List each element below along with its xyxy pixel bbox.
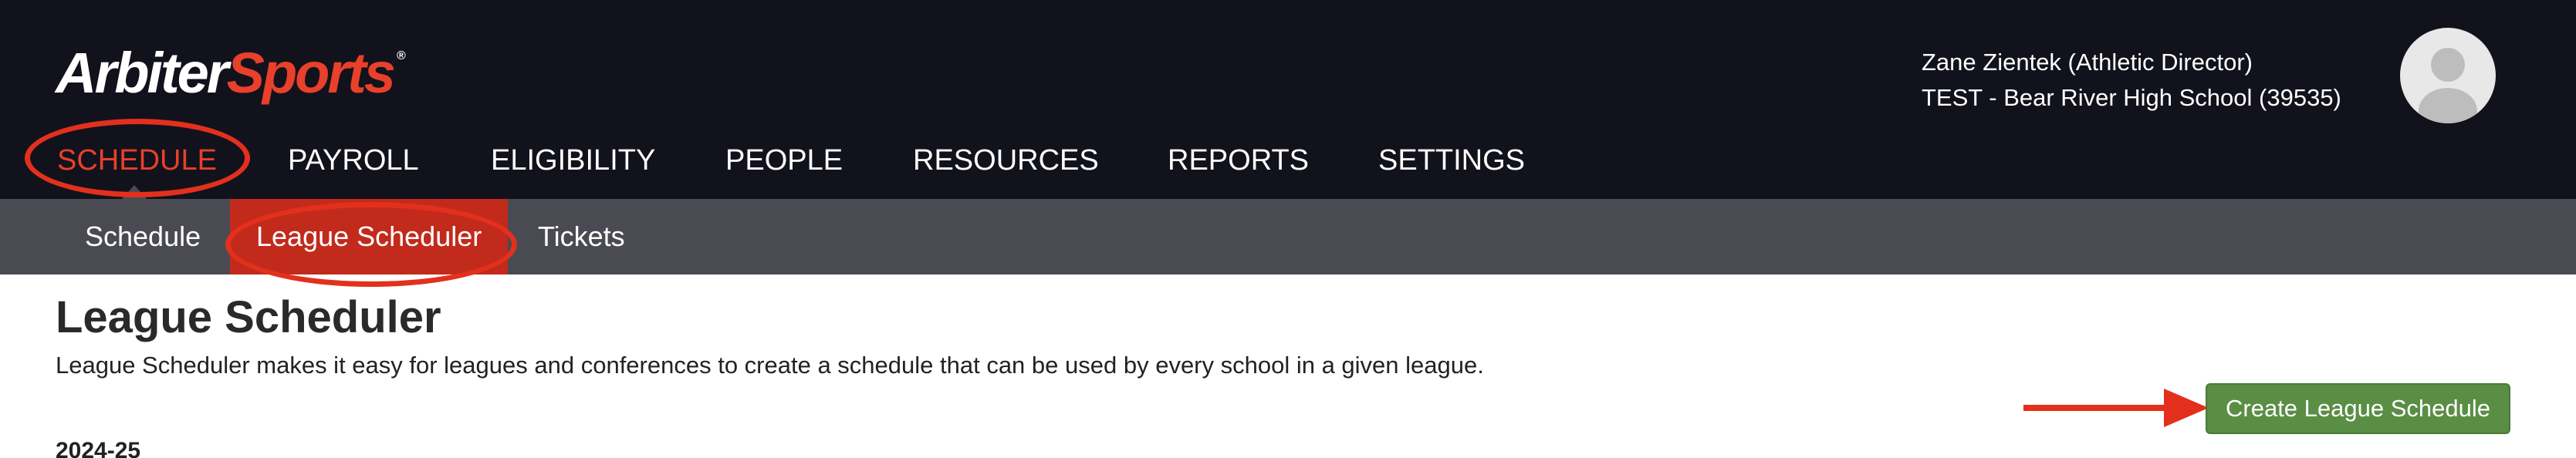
user-name-role: Zane Zientek (Athletic Director) [1922,49,2253,76]
user-organization: TEST - Bear River High School (39535) [1922,84,2341,111]
user-silhouette-icon [2419,48,2477,123]
active-nav-caret [122,185,147,199]
nav-item-schedule[interactable]: SCHEDULE [57,137,217,184]
sub-nav-tickets[interactable]: Tickets [538,199,625,274]
sub-nav: Schedule League Scheduler Tickets [0,199,2576,274]
nav-item-settings[interactable]: SETTINGS [1378,137,1525,184]
logo-text-sports: Sports [226,41,396,105]
sub-nav-schedule[interactable]: Schedule [85,199,201,274]
annotation-arrow-icon [2023,389,2209,427]
main-nav: SCHEDULE PAYROLL ELIGIBILITY PEOPLE RESO… [0,137,1621,184]
arbitersports-logo[interactable]: ArbiterSports ® [56,39,406,108]
page-description: League Scheduler makes it easy for leagu… [56,352,1484,379]
nav-item-eligibility[interactable]: ELIGIBILITY [491,137,655,184]
season-label: 2024-25 [56,438,141,458]
user-info[interactable]: Zane Zientek (Athletic Director) TEST - … [1922,45,2341,116]
nav-item-people[interactable]: PEOPLE [725,137,843,184]
logo-text-arbiter: Arbiter [56,41,229,105]
top-header: ArbiterSports ® SCHEDULE PAYROLL ELIGIBIL… [0,0,2576,199]
logo-trademark: ® [396,49,406,62]
page-title: League Scheduler [56,292,441,342]
nav-item-resources[interactable]: RESOURCES [913,137,1099,184]
sub-nav-league-scheduler[interactable]: League Scheduler [230,199,508,274]
create-league-schedule-button[interactable]: Create League Schedule [2206,383,2510,434]
nav-item-reports[interactable]: REPORTS [1168,137,1309,184]
nav-item-payroll[interactable]: PAYROLL [288,137,419,184]
avatar[interactable] [2400,28,2496,123]
